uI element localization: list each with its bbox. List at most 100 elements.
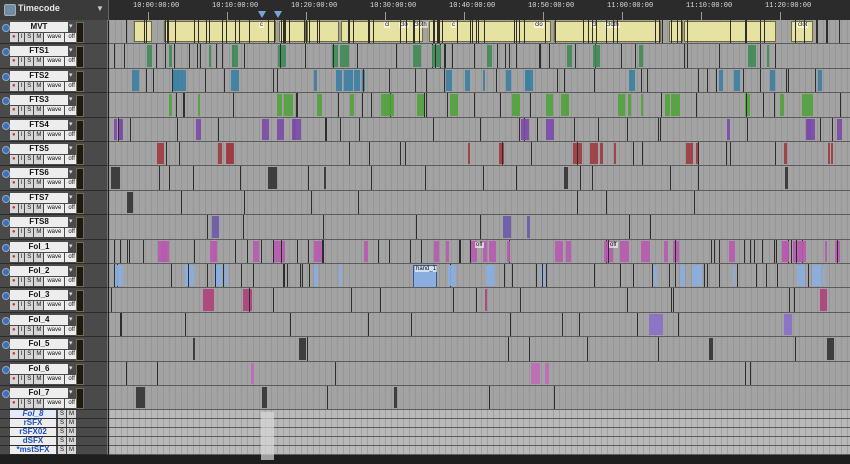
view-selector[interactable]: wave xyxy=(44,252,65,262)
solo-button[interactable]: S xyxy=(25,81,34,91)
chevron-down-icon[interactable]: ▾ xyxy=(69,290,73,298)
track-name-field[interactable]: FTS4 xyxy=(10,119,68,130)
record-button[interactable]: ● xyxy=(10,155,18,164)
record-button[interactable]: ● xyxy=(10,130,18,140)
track-name-field[interactable]: FTS1 xyxy=(10,46,68,57)
clip-region[interactable] xyxy=(590,143,598,165)
clip-region[interactable] xyxy=(507,240,510,262)
clip-region[interactable] xyxy=(719,69,723,92)
track-name-field[interactable]: *mstSFX xyxy=(10,446,56,455)
clip-region[interactable] xyxy=(483,240,487,262)
clip-region[interactable] xyxy=(232,45,238,67)
solo-button[interactable]: S xyxy=(25,301,34,311)
clip-region[interactable] xyxy=(521,118,529,140)
clip-region[interactable] xyxy=(487,45,492,67)
chevron-down-icon[interactable]: ▾ xyxy=(69,168,73,176)
clip-region[interactable] xyxy=(299,338,306,360)
view-selector[interactable]: wave xyxy=(44,325,65,335)
record-button[interactable]: ● xyxy=(10,325,18,335)
view-selector[interactable]: wave xyxy=(44,130,65,140)
track-name-field[interactable]: Fol_4 xyxy=(10,314,68,325)
chevron-down-icon[interactable]: ▾ xyxy=(69,22,73,30)
clip-region[interactable] xyxy=(614,143,616,165)
view-selector[interactable]: wave xyxy=(44,203,65,213)
chevron-down-icon[interactable]: ▾ xyxy=(69,266,73,274)
clip-region[interactable] xyxy=(273,240,281,262)
mute-button[interactable]: M xyxy=(34,81,44,91)
chevron-down-icon[interactable]: ▾ xyxy=(69,71,73,79)
clip-region[interactable] xyxy=(827,338,834,360)
clip-region[interactable] xyxy=(132,69,139,92)
clip-region[interactable] xyxy=(198,94,200,116)
chevron-down-icon[interactable]: ▾ xyxy=(69,315,73,323)
clip-region[interactable] xyxy=(665,94,670,116)
track-lane[interactable] xyxy=(109,117,850,142)
track-header-mstsfx[interactable]: *mstSFX S M xyxy=(0,446,108,456)
clip-region[interactable] xyxy=(483,69,485,92)
track-lane[interactable] xyxy=(109,68,850,94)
clip-region[interactable] xyxy=(169,94,172,116)
track-header-mvt[interactable]: MVT ▾ ● I S Mwave off xyxy=(0,20,108,45)
record-button[interactable]: ● xyxy=(10,399,18,408)
clip-region[interactable] xyxy=(196,118,201,140)
track-lane[interactable] xyxy=(109,44,850,69)
track-lane[interactable]: cclcloclothccloclclothclot xyxy=(109,20,850,45)
clip-region[interactable] xyxy=(785,167,788,189)
clip-region[interactable] xyxy=(767,45,769,67)
clip-region[interactable] xyxy=(262,118,269,140)
track-lane[interactable]: off off xyxy=(109,239,850,264)
marker-right-icon[interactable] xyxy=(274,11,282,18)
chevron-down-icon[interactable]: ▾ xyxy=(69,242,73,250)
clip-region[interactable] xyxy=(566,240,571,262)
clip-region[interactable] xyxy=(780,94,784,116)
solo-button[interactable]: S xyxy=(25,350,34,360)
clip-region[interactable] xyxy=(692,265,701,287)
mute-button[interactable]: M xyxy=(67,419,77,428)
clip-region[interactable] xyxy=(339,265,342,287)
clip-region[interactable] xyxy=(784,313,792,336)
track-name-field[interactable]: Fol_7 xyxy=(10,388,68,398)
view-selector[interactable]: wave xyxy=(44,81,65,91)
clip-region[interactable] xyxy=(770,69,775,92)
solo-button[interactable]: S xyxy=(58,419,67,428)
clip-region[interactable] xyxy=(566,94,569,116)
solo-button[interactable]: S xyxy=(25,374,34,384)
mute-button[interactable]: M xyxy=(67,410,77,419)
solo-button[interactable]: S xyxy=(25,277,34,286)
chevron-down-icon[interactable]: ▼ xyxy=(96,4,104,13)
clip-region[interactable] xyxy=(413,45,421,67)
track-header-fts5[interactable]: FTS5 ▾ ● I S Mwave off xyxy=(0,142,108,167)
track-lane[interactable] xyxy=(109,312,850,338)
mute-button[interactable]: M xyxy=(34,228,44,238)
track-lane[interactable] xyxy=(109,93,850,118)
record-button[interactable]: ● xyxy=(10,301,18,311)
clip-region[interactable] xyxy=(134,21,152,43)
input-monitor-button[interactable]: I xyxy=(18,106,25,116)
chevron-down-icon[interactable]: ▾ xyxy=(69,364,73,372)
clip-region[interactable] xyxy=(429,21,551,43)
clip-region[interactable] xyxy=(733,265,735,287)
track-header-fol4[interactable]: Fol_4 ▾ ● I S Mwave off xyxy=(0,312,108,338)
track-header-fol3[interactable]: Fol_3 ▾ ● I S Mwave off xyxy=(0,288,108,313)
clip-region[interactable] xyxy=(432,45,441,67)
clip-region[interactable] xyxy=(807,118,811,140)
solo-button[interactable]: S xyxy=(25,399,34,408)
clip-region[interactable] xyxy=(564,167,568,189)
clip-region[interactable] xyxy=(664,240,668,262)
track-lane[interactable]: hand_1 xyxy=(109,264,850,289)
track-lane[interactable] xyxy=(109,337,850,362)
clip-region[interactable] xyxy=(555,240,563,262)
solo-button[interactable]: S xyxy=(25,325,34,335)
track-name-field[interactable]: FTS2 xyxy=(10,70,68,81)
input-monitor-button[interactable]: I xyxy=(18,228,25,238)
clip-region[interactable] xyxy=(209,45,211,67)
track-header-fol1[interactable]: Fol_1 ▾ ● I S Mwave off xyxy=(0,239,108,264)
view-selector[interactable]: wave xyxy=(44,155,65,164)
clip-region[interactable] xyxy=(115,265,123,287)
clip-region[interactable] xyxy=(641,94,643,116)
clip-region[interactable] xyxy=(546,118,554,140)
track-lane[interactable] xyxy=(109,142,850,167)
clip-region[interactable] xyxy=(169,45,172,67)
input-monitor-button[interactable]: I xyxy=(18,374,25,384)
clip-region[interactable] xyxy=(782,240,788,262)
